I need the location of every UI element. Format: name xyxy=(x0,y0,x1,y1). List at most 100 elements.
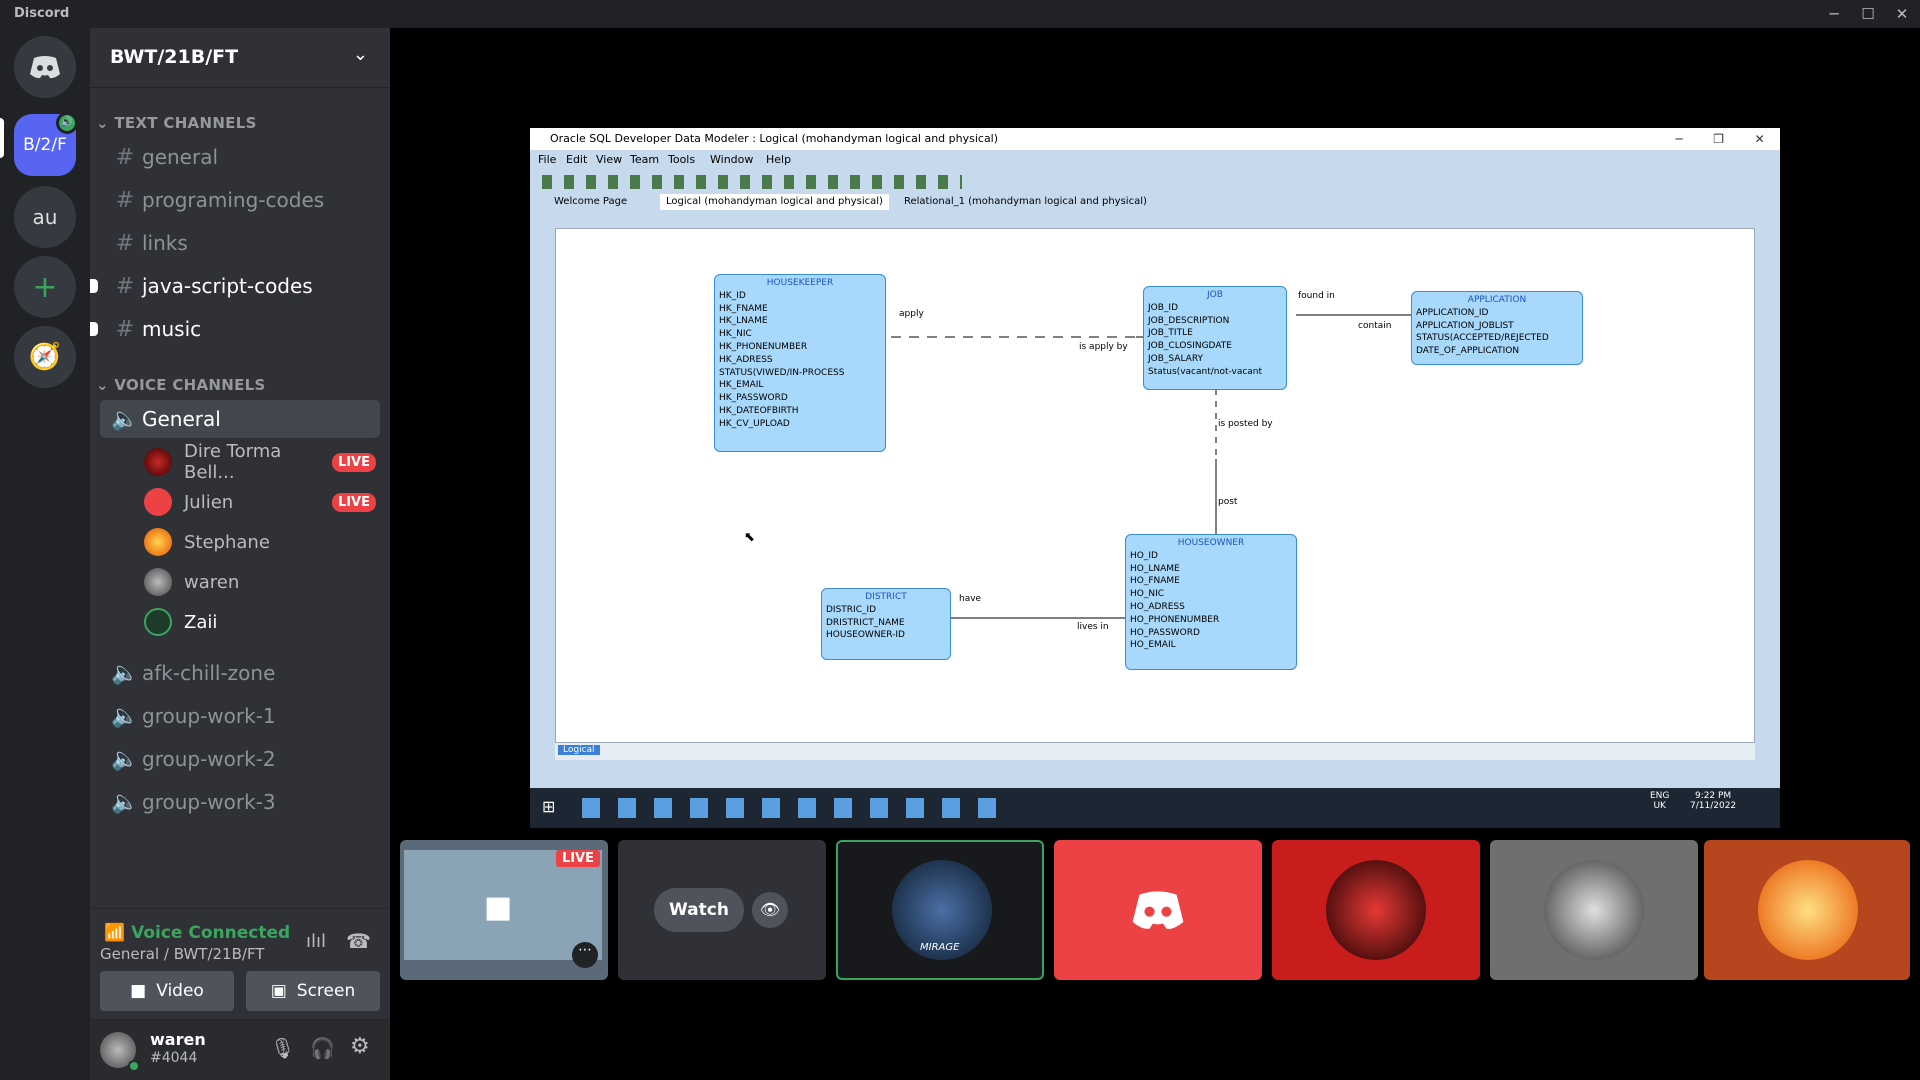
gear-icon[interactable]: ⚙ xyxy=(350,1034,370,1059)
disconnect-call-icon[interactable]: ☎ xyxy=(346,929,371,953)
entity-field: HO_ADRESS xyxy=(1130,601,1185,612)
entity-field: STATUS(ACCEPTED/REJECTED xyxy=(1416,333,1549,344)
tile-zaii[interactable]: MIRAGE xyxy=(836,840,1044,980)
online-status-icon xyxy=(128,1060,140,1072)
tile-dire-torma[interactable] xyxy=(1272,840,1480,980)
microphone-icon[interactable]: 🎙 xyxy=(270,1036,295,1060)
tile-julien[interactable] xyxy=(1054,840,1262,980)
shared-screen[interactable]: Oracle SQL Developer Data Modeler : Logi… xyxy=(530,128,1780,828)
screen-label: Screen xyxy=(296,981,356,1001)
entity-field: JOB_SALARY xyxy=(1148,353,1204,364)
toolbar-icons xyxy=(542,175,962,189)
tile-watch[interactable]: Watch 👁 xyxy=(618,840,826,980)
category-label: TEXT CHANNELS xyxy=(114,114,257,132)
entity-field: HOUSEOWNER-ID xyxy=(826,630,905,641)
signal-icon: 📶 xyxy=(104,923,132,943)
entity-houseowner: HOUSEOWNER HO_ID HO_LNAME HO_FNAME HO_NI… xyxy=(1125,534,1297,670)
screen-share-button[interactable]: ▣ Screen xyxy=(246,971,380,1011)
close-icon[interactable]: ✕ xyxy=(1888,3,1916,25)
server-header[interactable]: BWT/21B/FT ⌄ xyxy=(90,28,390,88)
tile-stream-preview[interactable]: LIVE ■ ⋯ xyxy=(400,840,608,980)
server-icon-au[interactable]: au xyxy=(14,186,76,248)
entity-field: HO_PHONENUMBER xyxy=(1130,614,1220,625)
voice-channel-afk[interactable]: 🔈 afk-chill-zone xyxy=(100,654,380,692)
video-button[interactable]: ■ Video xyxy=(100,971,234,1011)
sql-window-controls: ─ ❐ ✕ xyxy=(1660,128,1780,150)
relation-label: is posted by xyxy=(1218,419,1273,429)
avatar xyxy=(144,488,172,516)
voice-user[interactable]: waren xyxy=(144,564,384,600)
voice-channel-group-work-3[interactable]: 🔈 group-work-3 xyxy=(100,783,380,821)
menu-edit: Edit xyxy=(566,153,588,166)
voice-channel-general[interactable]: 🔈 General xyxy=(100,400,380,438)
avatar xyxy=(144,528,172,556)
menu-help: Help xyxy=(766,153,792,166)
entity-field: HK_ID xyxy=(719,290,746,301)
entity-field: HO_EMAIL xyxy=(1130,640,1176,651)
explore-compass-icon[interactable]: 🧭 xyxy=(14,326,76,388)
chevron-down-icon[interactable]: ⌄ xyxy=(353,44,368,65)
speaker-icon: 🔈 xyxy=(111,746,139,772)
text-channels-category[interactable]: ⌄ TEXT CHANNELS xyxy=(96,114,257,132)
channel-links[interactable]: # links xyxy=(100,224,380,262)
add-server-icon[interactable]: + xyxy=(14,256,76,318)
sql-menubar: File Edit View Team Tools Window Help xyxy=(530,150,1780,170)
entity-title: HOUSEOWNER xyxy=(1177,538,1245,548)
server-icon-b2f[interactable]: B/2/F 🔊 xyxy=(14,112,78,176)
headphones-icon[interactable]: 🎧 xyxy=(310,1036,335,1060)
tab-logical: Logical (mohandyman logical and physical… xyxy=(660,194,889,210)
voice-status[interactable]: 📶 Voice Connected xyxy=(104,923,290,943)
voice-channel-group-work-2[interactable]: 🔈 group-work-2 xyxy=(100,740,380,778)
avatar xyxy=(1758,860,1858,960)
channel-music[interactable]: # music xyxy=(90,310,380,348)
voice-user[interactable]: Stephane xyxy=(144,524,384,560)
entity-field: HK_NIC xyxy=(719,329,752,340)
mirage-logo-text: MIRAGE xyxy=(920,942,960,953)
maximize-icon[interactable]: ☐ xyxy=(1854,3,1882,25)
canvas-top-border xyxy=(530,210,1780,228)
relation-label: contain xyxy=(1358,321,1392,331)
entity-title: DISTRICT xyxy=(865,592,907,602)
clock-time: 9:22 PM xyxy=(1694,791,1732,801)
tile-waren[interactable] xyxy=(1490,840,1698,980)
avatar xyxy=(144,608,172,636)
speaker-icon: 🔈 xyxy=(111,789,139,815)
channel-sidebar: BWT/21B/FT ⌄ ⌄ TEXT CHANNELS # general # p… xyxy=(90,28,390,1080)
entity-field: HK_DATEOFBIRTH xyxy=(719,405,799,416)
entity-field: APPLICATION_JOBLIST xyxy=(1416,320,1514,331)
entity-field: HK_LNAME xyxy=(719,316,768,327)
channel-programing-codes[interactable]: # programing-codes xyxy=(100,181,380,219)
channel-java-script-codes[interactable]: # java-script-codes xyxy=(90,267,380,305)
minimize-icon[interactable]: ─ xyxy=(1820,3,1848,25)
entity-field: HO_NIC xyxy=(1130,589,1165,600)
channel-general[interactable]: # general xyxy=(100,138,380,176)
sql-tabs: Welcome Page Logical (mohandyman logical… xyxy=(530,194,1780,210)
channel-label: group-work-2 xyxy=(142,747,276,771)
voice-channel-group-work-1[interactable]: 🔈 group-work-1 xyxy=(100,697,380,735)
more-options-icon[interactable]: ⋯ xyxy=(572,942,598,968)
stream-preview-eye-icon[interactable]: 👁 xyxy=(752,892,788,928)
camera-icon: ■ xyxy=(484,890,513,925)
entity-field: HK_PHONENUMBER xyxy=(719,341,808,352)
entity-field: HO_FNAME xyxy=(1130,576,1180,587)
relation-label: have xyxy=(959,594,982,604)
voice-channels-category[interactable]: ⌄ VOICE CHANNELS xyxy=(96,376,266,394)
noise-suppression-icon[interactable]: ılıl xyxy=(306,931,326,952)
lang-code: ENG xyxy=(1650,791,1670,801)
voice-user[interactable]: Zaii xyxy=(144,604,384,640)
entity-field: STATUS(VIWED/IN-PROCESS xyxy=(719,367,845,378)
entity-application: APPLICATION APPLICATION_ID APPLICATION_J… xyxy=(1411,291,1583,365)
voice-user[interactable]: Dire Torma Bell... LIVE xyxy=(144,441,384,483)
tile-stephane[interactable] xyxy=(1704,840,1910,980)
discord-home-icon[interactable] xyxy=(14,36,76,98)
live-badge: LIVE xyxy=(555,850,600,867)
entity-field: JOB_CLOSINGDATE xyxy=(1148,341,1232,352)
voice-connection-panel: 📶 Voice Connected General / BWT/21B/FT ı… xyxy=(90,908,390,1020)
voice-user[interactable]: Julien LIVE xyxy=(144,484,384,520)
channel-label: general xyxy=(142,145,219,169)
watch-button[interactable]: Watch xyxy=(654,888,744,932)
server-icon-label: au xyxy=(32,205,58,229)
tab-relational: Relational_1 (mohandyman logical and phy… xyxy=(904,196,1147,207)
relation-label: found in xyxy=(1298,291,1335,301)
browser-panel xyxy=(530,210,555,760)
